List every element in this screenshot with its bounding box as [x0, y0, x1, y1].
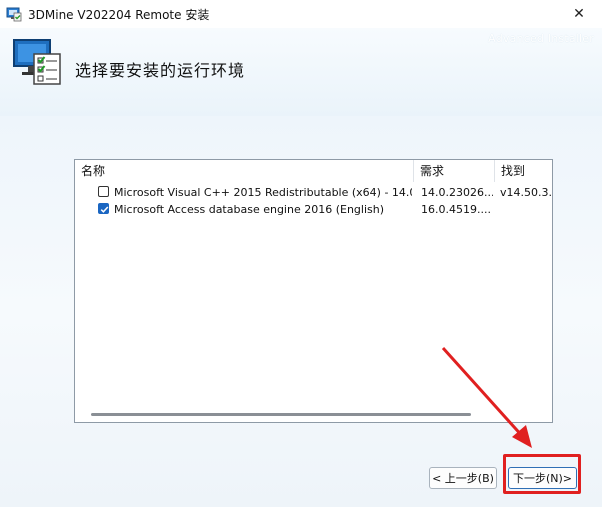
back-button[interactable]: < 上一步(B): [429, 467, 497, 489]
row-required: 14.0.23026....: [421, 186, 493, 199]
window-title: 3DMine V202204 Remote 安装: [28, 8, 210, 22]
annotation-highlight-box: [503, 454, 581, 494]
monitor-checklist-icon: [12, 38, 64, 88]
column-header-name[interactable]: 名称: [75, 160, 414, 182]
title-bar: 3DMine V202204 Remote 安装 ✕: [0, 0, 602, 28]
page-title: 选择要安装的运行环境: [75, 61, 246, 80]
table-row[interactable]: Microsoft Visual C++ 2015 Redistributabl…: [75, 184, 552, 201]
checkbox-icon[interactable]: [98, 203, 109, 214]
table-row[interactable]: Microsoft Access database engine 2016 (E…: [75, 201, 552, 218]
column-header-required[interactable]: 需求: [414, 160, 495, 182]
checkbox-icon[interactable]: [98, 186, 109, 197]
header-banner: Advanced Installer 选择要安装的运行环境: [0, 28, 602, 116]
prerequisites-list[interactable]: 名称 需求 找到 Microsoft Visual C++ 2015 Redis…: [74, 159, 553, 423]
column-header-found[interactable]: 找到: [495, 160, 552, 182]
row-name: Microsoft Access database engine 2016 (E…: [114, 203, 385, 216]
installer-window: 3DMine V202204 Remote 安装 ✕ Advanced Inst…: [0, 0, 602, 507]
row-name: Microsoft Visual C++ 2015 Redistributabl…: [114, 186, 412, 199]
close-icon: ✕: [573, 6, 585, 22]
row-found: [500, 201, 552, 218]
row-found: v14.50.3...: [500, 186, 552, 199]
brand-watermark: Advanced Installer: [488, 32, 594, 45]
close-button[interactable]: ✕: [556, 0, 602, 28]
app-icon: [6, 6, 22, 22]
row-required: 16.0.4519....: [421, 203, 491, 216]
list-header: 名称 需求 找到: [75, 160, 552, 182]
horizontal-scrollbar[interactable]: [91, 413, 471, 416]
